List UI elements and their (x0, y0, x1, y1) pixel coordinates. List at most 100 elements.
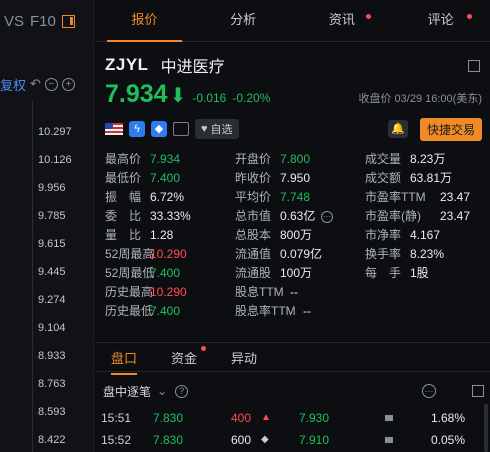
ticker-row: 15:52 7.830 600 ◆ 7.910 0.05% (95, 430, 490, 450)
scrollbar[interactable] (484, 404, 488, 452)
stat-value: -- (303, 304, 311, 318)
stat-label: 成交额 (365, 171, 402, 185)
stat-value: 33.33% (150, 209, 191, 223)
tab-quote[interactable]: 报价 (95, 0, 194, 42)
left-sidebar: VS F10 复权 ↶ − + 10.297 10.126 9.956 9.78… (0, 0, 94, 452)
price-change-pct: -0.20% (232, 91, 271, 105)
ticker-row: 15:51 7.830 400 ▲ 7.930 1.68% (95, 408, 490, 428)
axis-tick: 9.445 (38, 266, 66, 278)
tab-capital[interactable]: 资金 (171, 345, 207, 367)
axis-line (32, 100, 33, 452)
quote-panel: 报价 分析 资讯 评论 ZJYL 中进医疗 7.934 ⬇ -0.016 -0.… (95, 0, 490, 452)
stat-value: 7.800 (280, 152, 311, 166)
tab-news[interactable]: 资讯 (293, 0, 392, 41)
ticker-title[interactable]: 盘中逐笔 (103, 383, 151, 400)
down-arrow-icon: ⬇ (169, 85, 187, 107)
stat-label: 每 手 (365, 266, 402, 280)
stat-value: 7.400 (150, 304, 181, 318)
undo-icon[interactable]: ↶ (30, 76, 41, 92)
pin-icon[interactable] (472, 385, 484, 397)
stat-value: 7.950 (280, 171, 311, 185)
ticker-price: 7.830 (153, 433, 184, 447)
tab-comments[interactable]: 评论 (391, 0, 490, 41)
stat-label: 成交量 (365, 152, 402, 166)
document-icon[interactable] (173, 122, 189, 136)
panel-toggle-icon[interactable] (61, 14, 75, 28)
ticker-price2: 7.910 (299, 433, 330, 447)
stat-label: 总市值 (235, 209, 272, 223)
watchlist-button[interactable]: ♥ 自选 (195, 119, 239, 139)
vs-button[interactable]: VS (4, 13, 24, 30)
stat-value: 7.934 (150, 152, 181, 166)
help-icon[interactable]: ? (175, 384, 189, 398)
stat-label: 最低价 (105, 171, 142, 185)
top-tabs: 报价 分析 资讯 评论 (95, 0, 490, 42)
tag-icon[interactable]: ◆ (151, 121, 167, 137)
axis-tick: 9.615 (38, 238, 66, 250)
ticker-time: 15:51 (101, 411, 132, 425)
more-icon[interactable]: ⋯ (321, 210, 333, 223)
axis-tick: 9.274 (38, 294, 66, 306)
zoom-out-icon[interactable]: − (44, 77, 58, 91)
expand-icon[interactable] (468, 60, 480, 72)
stat-label: 市净率 (365, 228, 402, 242)
axis-tick: 8.763 (38, 378, 66, 390)
stock-title: ZJYL 中进医疗 (95, 50, 490, 80)
action-row: ϟ ◆ ♥ 自选 🔔 快捷交易 (95, 116, 490, 142)
stat-value: 4.167 (410, 228, 441, 242)
stat-label: 52周最高 (105, 247, 155, 261)
more-icon[interactable]: ⋯ (422, 384, 436, 398)
notification-dot (467, 14, 472, 19)
stats-grid: 最高价 7.934 最低价 7.400 振 幅 6.72% 委 比 33.33% 量 比 1.28… (95, 150, 490, 328)
stat-label: 历史最高 (105, 285, 154, 299)
quick-trade-button[interactable]: 快捷交易 (419, 117, 482, 141)
lightning-icon[interactable]: ϟ (129, 121, 145, 137)
stat-value: 63.81万 (410, 171, 453, 185)
stat-label: 昨收价 (235, 171, 272, 185)
stat-value: 7.400 (150, 266, 181, 280)
stat-label: 委 比 (105, 209, 142, 223)
chart-controls: 复权 ↶ − + (0, 70, 93, 98)
notification-dot (366, 14, 372, 19)
stat-label: 总股本 (235, 228, 272, 242)
stat-label: 流通股 (235, 266, 272, 280)
axis-tick: 10.297 (38, 126, 72, 138)
market-cap-more[interactable]: ⋯ (318, 207, 333, 225)
stat-label: 流通值 (235, 247, 272, 261)
stat-label: 平均价 (235, 190, 272, 204)
axis-tick: 9.104 (38, 322, 66, 334)
axis-tick: 9.956 (38, 182, 66, 194)
tab-analysis[interactable]: 分析 (194, 0, 293, 41)
stat-label: 股息率TTM (235, 304, 296, 318)
stat-label: 历史最低 (105, 304, 154, 318)
stock-code: ZJYL (105, 55, 149, 74)
heart-icon: ♥ (201, 123, 208, 135)
ticker-price2: 7.930 (299, 411, 330, 425)
bell-icon[interactable]: 🔔 (387, 120, 408, 138)
stat-value: 8.23万 (410, 152, 446, 166)
us-flag-icon (105, 123, 123, 135)
stat-label: 市盈率TTM (365, 190, 426, 204)
stat-value: 0.079亿 (280, 247, 323, 261)
axis-tick: 9.785 (38, 210, 66, 222)
stat-label: 股息TTM (235, 285, 284, 299)
chevron-down-icon[interactable]: ⌄ (157, 384, 167, 398)
adjust-button[interactable]: 复权 (0, 75, 26, 94)
notification-dot (201, 345, 207, 351)
tab-movement[interactable]: 异动 (231, 348, 257, 367)
ticker-price: 7.830 (153, 411, 184, 425)
f10-button[interactable]: F10 (30, 13, 56, 30)
stat-value: 1.28 (150, 228, 174, 242)
zoom-in-icon[interactable]: + (61, 77, 75, 91)
ticker-volume: 600 (231, 433, 252, 447)
ticker-pct: 0.05% (431, 433, 466, 447)
ticker-header: 盘中逐笔 ⌄ ? ⋯ (95, 380, 490, 402)
axis-tick: 8.593 (38, 406, 66, 418)
axis-tick: 10.126 (38, 154, 72, 166)
stat-label: 最高价 (105, 152, 142, 166)
stat-value: 0.63亿 (280, 209, 316, 223)
stat-label: 52周最低 (105, 266, 155, 280)
stat-value: 1股 (410, 266, 429, 280)
direction-icon: ◆ (261, 434, 269, 445)
tab-orderbook[interactable]: 盘口 (111, 348, 138, 375)
